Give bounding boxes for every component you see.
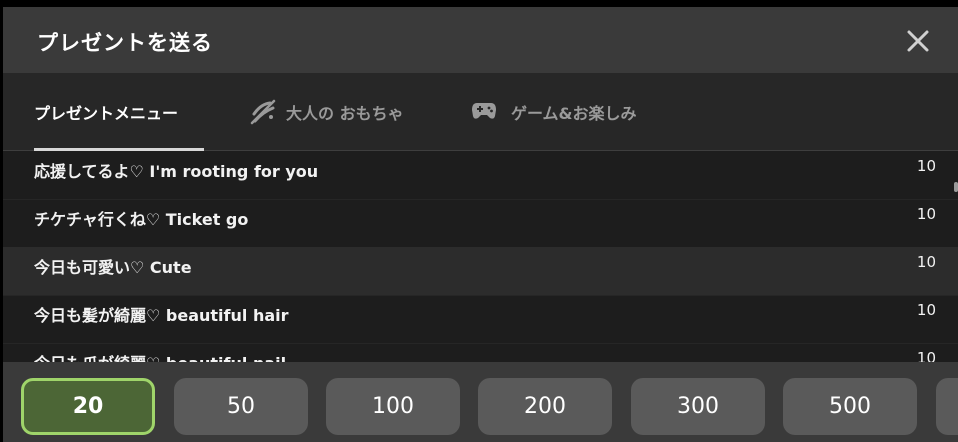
tab-adult-toys[interactable]: 大人の おもちゃ (249, 73, 429, 150)
adult-toy-icon (249, 98, 277, 130)
gift-row[interactable]: 応援してるよ♡ I'm rooting for you 10 (3, 151, 958, 200)
gift-name: チケチャ行くね♡ Ticket go (34, 210, 249, 229)
gift-row[interactable]: 今日も髪が綺麗♡ beautiful hair 10 (3, 295, 958, 344)
amount-button-50[interactable]: 50 (174, 378, 308, 435)
dialog-header: プレゼントを送る (3, 7, 958, 73)
tab-label: プレゼントメニュー (34, 104, 179, 123)
gift-row-selected[interactable]: 今日も可愛い♡ Cute 10 (3, 247, 958, 296)
tab-games[interactable]: ゲーム&お楽しみ (471, 73, 671, 150)
tab-present-menu[interactable]: プレゼントメニュー (34, 73, 204, 151)
gift-list: 応援してるよ♡ I'm rooting for you 10 チケチャ行くね♡ … (3, 151, 958, 363)
gift-row[interactable]: チケチャ行くね♡ Ticket go 10 (3, 199, 958, 248)
dialog-title: プレゼントを送る (37, 31, 213, 55)
amount-button-more[interactable] (936, 378, 958, 435)
amount-button-300[interactable]: 300 (631, 378, 765, 435)
amount-selector: 20 50 100 200 300 500 (3, 362, 958, 442)
close-icon (907, 30, 929, 52)
gift-name: 今日も可愛い♡ Cute (34, 258, 192, 277)
amount-button-500[interactable]: 500 (783, 378, 917, 435)
gift-value: 10 (916, 349, 936, 363)
present-dialog: プレゼントを送る プレゼントメニュー 大人の おもちゃ ゲーム&お楽しみ 応援し… (3, 7, 958, 442)
gift-row[interactable]: 今日も爪が綺麗♡ beautiful nail 10 (3, 343, 958, 363)
amount-button-20[interactable]: 20 (21, 378, 155, 435)
gift-name: 今日も髪が綺麗♡ beautiful hair (34, 306, 289, 325)
tab-bar: プレゼントメニュー 大人の おもちゃ ゲーム&お楽しみ (3, 73, 958, 151)
gift-value: 10 (916, 253, 936, 271)
tab-label: ゲーム&お楽しみ (511, 104, 637, 123)
amount-button-200[interactable]: 200 (478, 378, 612, 435)
gamepad-icon (471, 100, 497, 126)
gift-value: 10 (916, 205, 936, 223)
scrollbar-thumb[interactable] (954, 182, 958, 192)
gift-value: 10 (916, 301, 936, 319)
tab-label: 大人の おもちゃ (286, 104, 404, 123)
amount-button-100[interactable]: 100 (326, 378, 460, 435)
gift-name: 応援してるよ♡ I'm rooting for you (34, 162, 319, 181)
close-button[interactable] (903, 26, 933, 56)
gift-value: 10 (916, 157, 936, 175)
